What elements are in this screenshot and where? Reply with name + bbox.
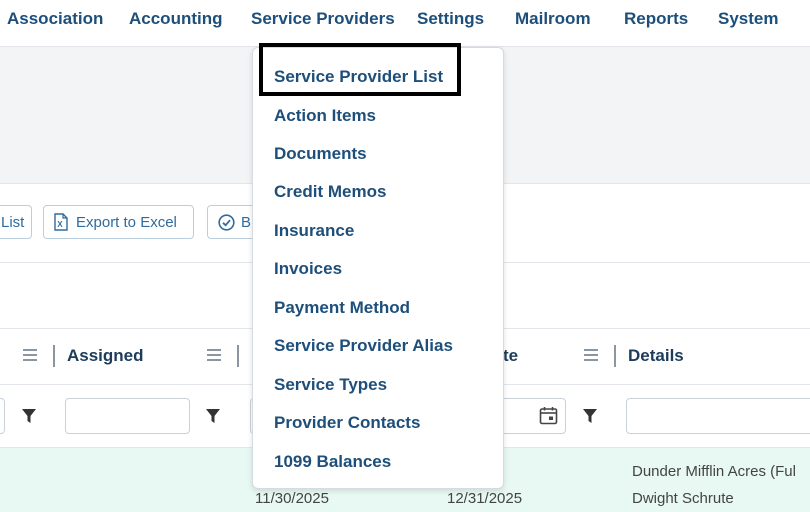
- column-divider: [53, 345, 55, 367]
- column-menu-icon[interactable]: [207, 349, 221, 362]
- menu-item-documents[interactable]: Documents: [274, 144, 367, 164]
- column-divider: [237, 345, 239, 367]
- menu-item-invoices[interactable]: Invoices: [274, 259, 342, 279]
- nav-association[interactable]: Association: [7, 9, 103, 29]
- menu-item-1099-balances[interactable]: 1099 Balances: [274, 452, 391, 472]
- export-to-excel-label: Export to Excel: [76, 213, 177, 231]
- filter-icon[interactable]: [582, 408, 598, 424]
- menu-item-action-items[interactable]: Action Items: [274, 106, 376, 126]
- column-header-date[interactable]: te: [503, 346, 518, 366]
- check-circle-icon: [218, 213, 235, 231]
- menu-item-payment-method[interactable]: Payment Method: [274, 298, 410, 318]
- column-divider: [614, 345, 616, 367]
- highlight-box: [259, 43, 461, 96]
- row-details-line-2: Dwight Schrute: [632, 490, 734, 507]
- column-header-details[interactable]: Details: [628, 346, 684, 366]
- row-date-1: 11/30/2025: [255, 490, 329, 507]
- export-to-excel-button[interactable]: X Export to Excel: [43, 205, 194, 239]
- menu-item-credit-memos[interactable]: Credit Memos: [274, 182, 386, 202]
- nav-mailroom[interactable]: Mailroom: [515, 9, 591, 29]
- column-header-assigned[interactable]: Assigned: [67, 346, 144, 366]
- calendar-icon[interactable]: [539, 406, 558, 425]
- svg-text:X: X: [57, 220, 63, 229]
- menu-item-service-provider-alias[interactable]: Service Provider Alias: [274, 336, 453, 356]
- filter-input[interactable]: [0, 398, 5, 434]
- nav-reports[interactable]: Reports: [624, 9, 688, 29]
- nav-system[interactable]: System: [718, 9, 778, 29]
- column-menu-icon[interactable]: [23, 349, 37, 362]
- menu-item-provider-contacts[interactable]: Provider Contacts: [274, 413, 420, 433]
- filter-icon[interactable]: [21, 408, 37, 424]
- nav-accounting[interactable]: Accounting: [129, 9, 223, 29]
- list-button-label: List: [1, 213, 25, 231]
- excel-icon: X: [54, 213, 68, 231]
- row-details-line-1: Dunder Mifflin Acres (Ful: [632, 463, 796, 480]
- nav-service-providers[interactable]: Service Providers: [251, 9, 395, 29]
- bulk-action-label: B: [241, 213, 252, 231]
- list-button[interactable]: List: [0, 205, 32, 239]
- top-navigation-bar: Association Accounting Service Providers…: [0, 0, 810, 47]
- nav-settings[interactable]: Settings: [417, 9, 484, 29]
- menu-item-insurance[interactable]: Insurance: [274, 221, 354, 241]
- row-date-2: 12/31/2025: [447, 490, 523, 507]
- assigned-filter-input[interactable]: [65, 398, 190, 434]
- filter-icon[interactable]: [205, 408, 221, 424]
- menu-item-service-types[interactable]: Service Types: [274, 375, 387, 395]
- details-filter-input[interactable]: [626, 398, 810, 434]
- column-menu-icon[interactable]: [584, 349, 598, 362]
